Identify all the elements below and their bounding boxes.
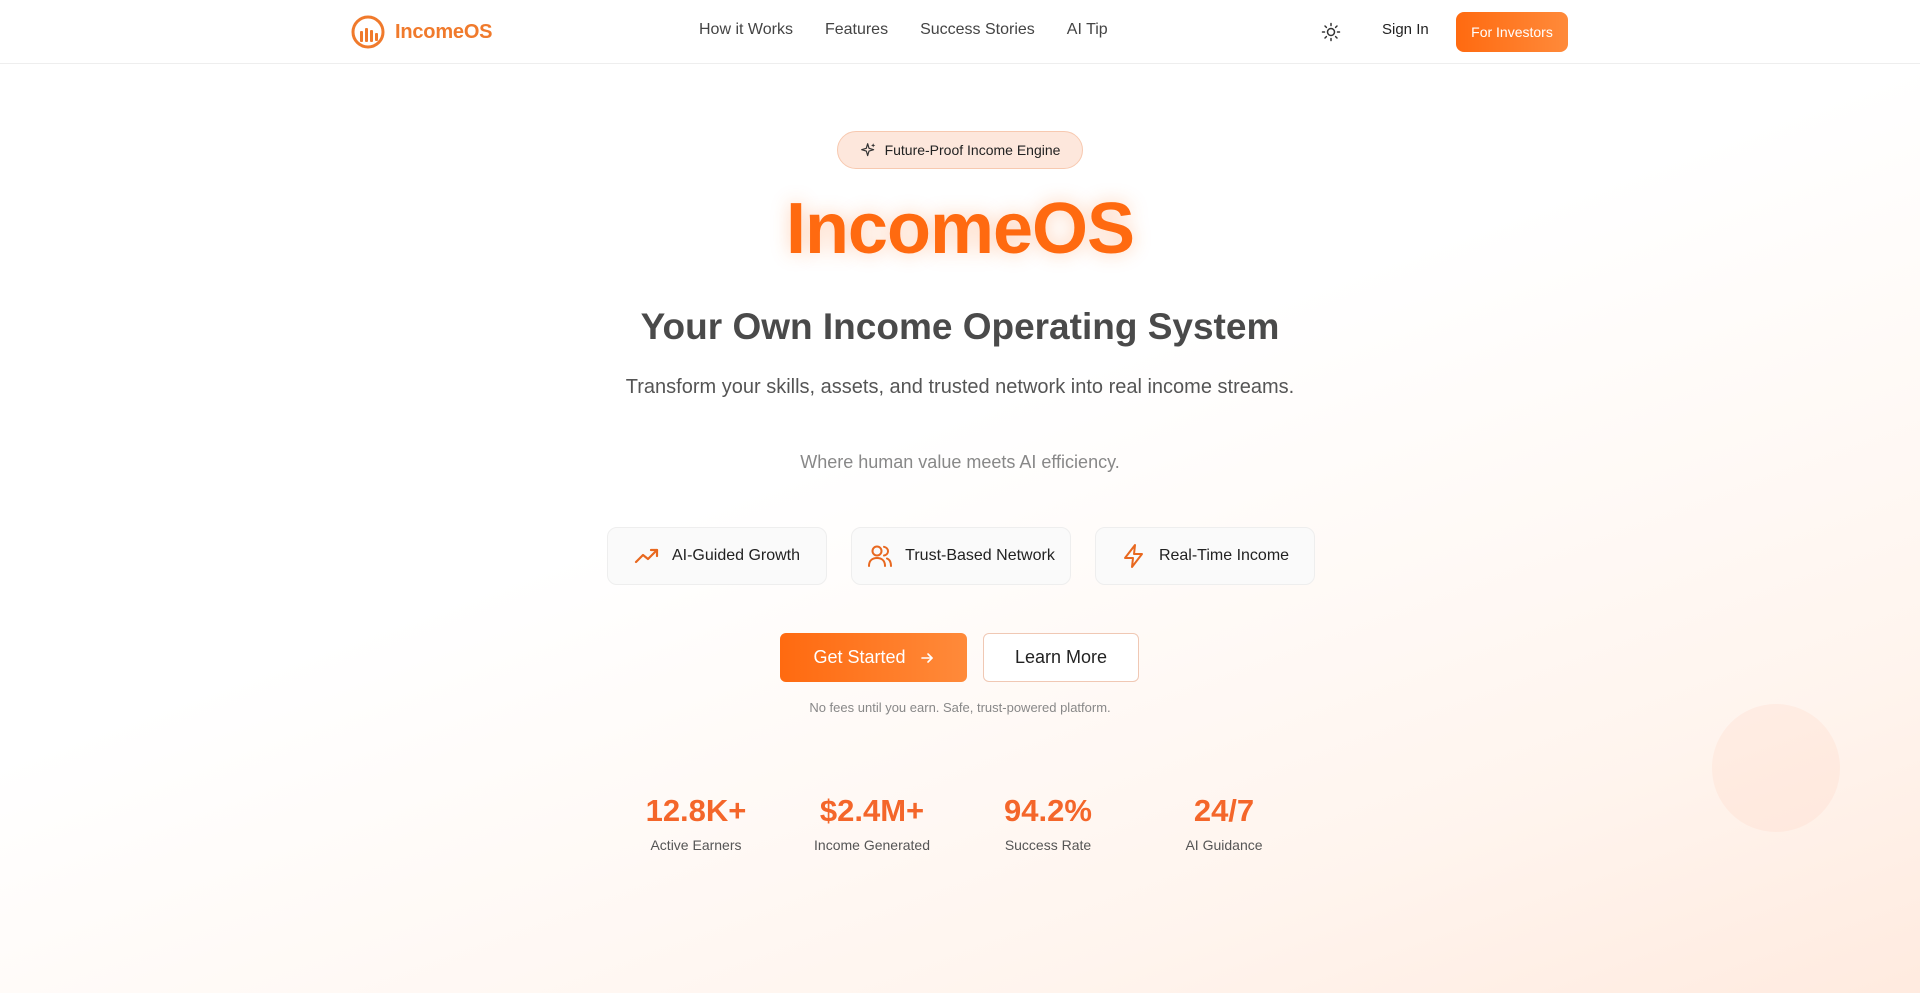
badge-label: Future-Proof Income Engine <box>884 142 1061 158</box>
feature-label: Trust-Based Network <box>905 547 1055 564</box>
stat-value: 24/7 <box>1193 793 1255 828</box>
learn-more-button[interactable]: Learn More <box>983 633 1139 682</box>
hero-title: IncomeOS <box>785 189 1135 269</box>
for-investors-button[interactable]: For Investors <box>1456 12 1568 52</box>
brand-logo[interactable]: IncomeOS <box>351 15 493 49</box>
nav-how-it-works[interactable]: How it Works <box>699 21 793 39</box>
sign-in-link[interactable]: Sign In <box>1382 21 1429 38</box>
nav-success-stories[interactable]: Success Stories <box>920 21 1035 39</box>
stat-value: $2.4M+ <box>819 793 925 828</box>
users-icon <box>868 545 893 567</box>
feature-trust-based-network: Trust-Based Network <box>851 527 1071 585</box>
main-nav: How it Works Features Success Stories AI… <box>699 21 1108 39</box>
arrow-right-icon <box>920 652 933 663</box>
feature-label: Real-Time Income <box>1158 547 1290 564</box>
hero-subtitle: Your Own Income Operating System <box>640 306 1280 347</box>
hero-description: Transform your skills, assets, and trust… <box>625 376 1295 398</box>
brand-name: IncomeOS <box>395 20 493 43</box>
sun-icon[interactable] <box>1321 22 1341 42</box>
stat-label: Income Generated <box>814 837 930 853</box>
site-header: IncomeOS How it Works Features Success S… <box>0 0 1920 64</box>
feature-real-time-income: Real-Time Income <box>1095 527 1315 585</box>
stat-income-generated: $2.4M+ Income Generated <box>784 793 960 853</box>
feature-pills: AI-Guided Growth Trust-Based Network Rea… <box>607 527 1315 585</box>
stat-success-rate: 94.2% Success Rate <box>960 793 1136 853</box>
sparkles-icon <box>860 142 875 156</box>
hero-tagline: Where human value meets AI efficiency. <box>800 452 1120 472</box>
get-started-label: Get Started <box>813 647 906 667</box>
stat-value: 94.2% <box>1004 793 1092 828</box>
stat-label: AI Guidance <box>1185 837 1263 853</box>
stat-value: 12.8K+ <box>645 793 747 828</box>
stat-active-earners: 12.8K+ Active Earners <box>608 793 784 853</box>
stat-label: Success Rate <box>1004 837 1092 853</box>
fine-print: No fees until you earn. Safe, trust-powe… <box>809 700 1111 715</box>
nav-ai-tip[interactable]: AI Tip <box>1067 21 1108 39</box>
stat-ai-guidance: 24/7 AI Guidance <box>1136 793 1312 853</box>
feature-label: AI-Guided Growth <box>671 547 801 564</box>
hero-badge: Future-Proof Income Engine <box>837 131 1083 169</box>
lightning-icon <box>1123 544 1143 568</box>
stat-label: Active Earners <box>650 837 742 853</box>
feature-ai-guided-growth: AI-Guided Growth <box>607 527 827 585</box>
cta-row: Get Started Learn More <box>780 633 1139 682</box>
stats-row: 12.8K+ Active Earners $2.4M+ Income Gene… <box>608 793 1312 853</box>
nav-features[interactable]: Features <box>825 21 888 39</box>
logo-bars-icon <box>351 15 385 49</box>
trending-up-icon <box>634 548 659 564</box>
decorative-circle <box>1712 704 1840 832</box>
get-started-button[interactable]: Get Started <box>780 633 967 682</box>
